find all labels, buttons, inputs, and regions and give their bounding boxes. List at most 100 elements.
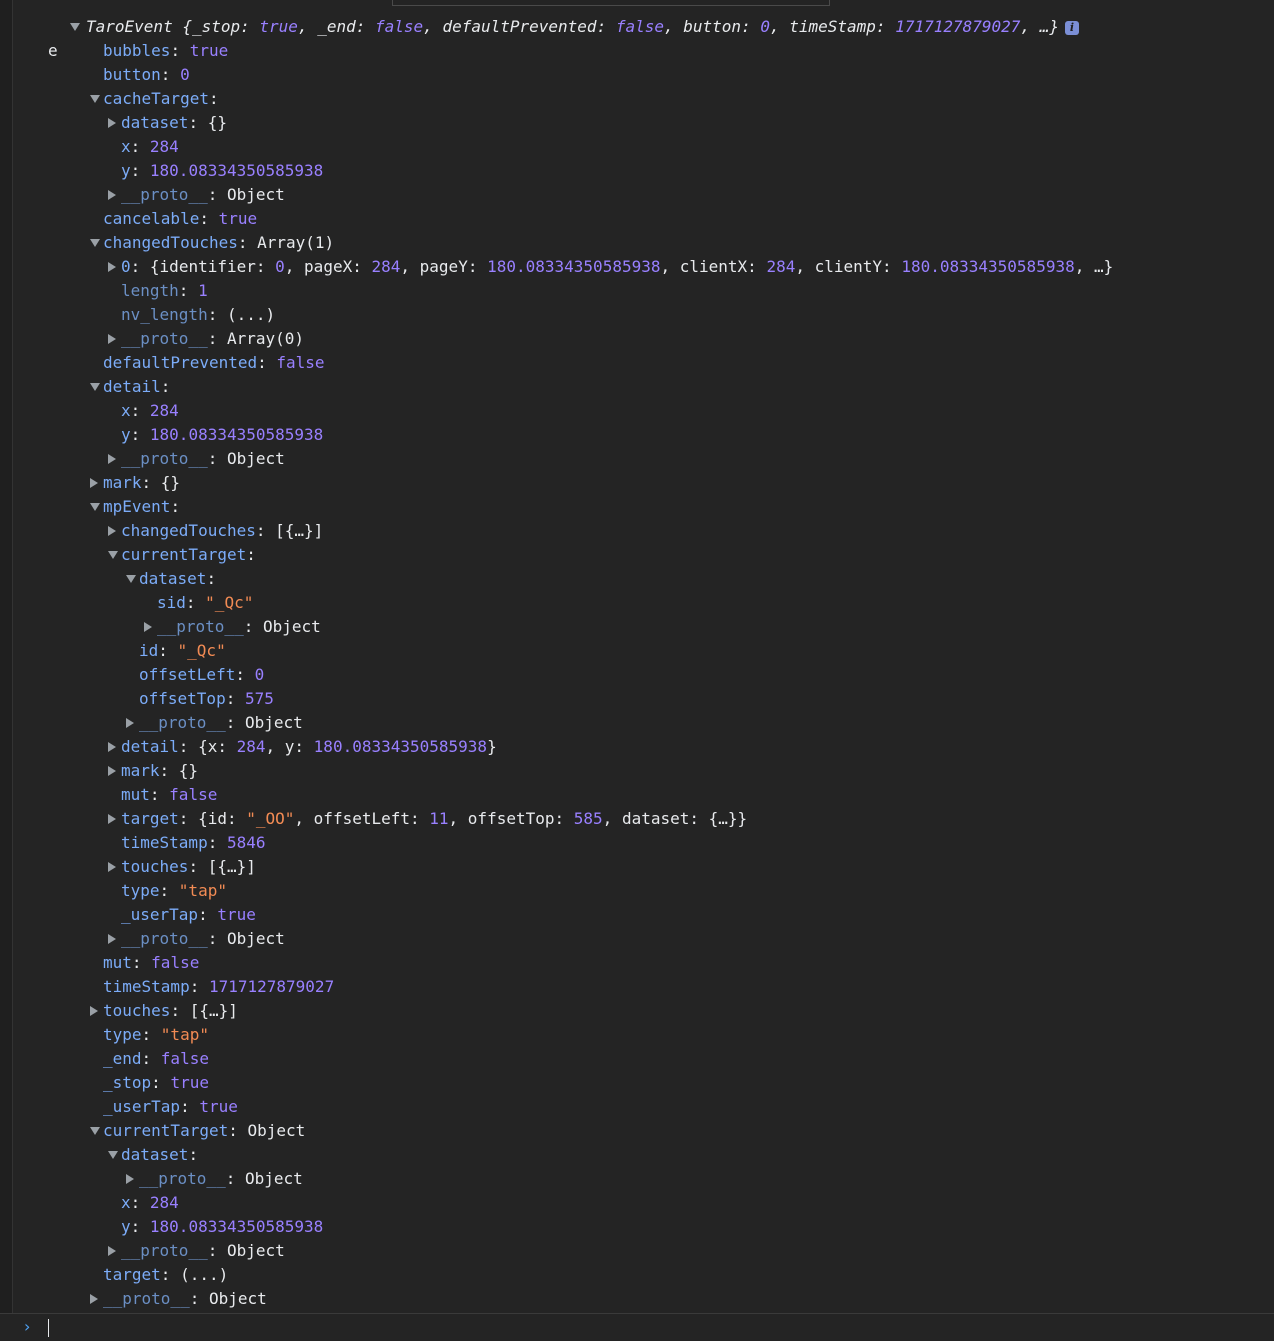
property-row-offsetLeft: offsetLeft: 0 (0, 663, 1274, 687)
property-row-detail[interactable]: detail: {x: 284, y: 180.08334350585938} (0, 735, 1274, 759)
property-key: __proto__ (121, 329, 208, 348)
console-output: e TaroEvent {_stop: true, _end: false, d… (0, 15, 1274, 1311)
expand-triangle-icon[interactable] (108, 454, 116, 464)
collapse-triangle-icon[interactable] (90, 95, 100, 103)
expand-triangle-icon[interactable] (108, 766, 116, 776)
property-row-0[interactable]: 0: {identifier: 0, pageX: 284, pageY: 18… (0, 255, 1274, 279)
property-row-touches[interactable]: touches: [{…}] (0, 999, 1274, 1023)
property-value: true (189, 41, 229, 60)
expand-triangle-icon[interactable] (108, 742, 116, 752)
property-row-mpEvent[interactable]: mpEvent: (0, 495, 1274, 519)
expand-triangle-icon[interactable] (144, 622, 152, 632)
property-value: "_Qc" (205, 593, 254, 612)
property-value: Object (226, 1241, 285, 1260)
property-row-dataset[interactable]: dataset: {} (0, 111, 1274, 135)
property-key: dataset (139, 569, 207, 588)
property-row-stop: _stop: true (0, 1071, 1274, 1095)
property-key: target (103, 1265, 161, 1284)
property-row-proto[interactable]: __proto__: Object (0, 711, 1274, 735)
property-value: 180.08334350585938 (149, 425, 324, 444)
console-prompt[interactable]: › (0, 1313, 1274, 1341)
property-key: mark (103, 473, 142, 492)
property-key: y (121, 161, 131, 180)
collapse-triangle-icon[interactable] (108, 1151, 118, 1159)
expand-triangle-icon[interactable] (108, 262, 116, 272)
property-content: __proto__: Array(0) (121, 327, 304, 351)
expand-triangle-icon[interactable] (108, 1246, 116, 1256)
property-key: button (103, 65, 161, 84)
expand-triangle-icon[interactable] (126, 718, 134, 728)
info-icon[interactable]: i (1064, 20, 1079, 35)
property-row-detail[interactable]: detail: (0, 375, 1274, 399)
property-row-proto[interactable]: __proto__: Object (0, 447, 1274, 471)
expand-triangle-icon[interactable] (90, 1294, 98, 1304)
property-value: "_Qc" (177, 641, 226, 660)
property-content: __proto__: Object (139, 711, 303, 735)
property-row-cancelable: cancelable: true (0, 207, 1274, 231)
property-content: __proto__: Object (103, 1287, 267, 1311)
property-row-end: _end: false (0, 1047, 1274, 1071)
property-row-mark[interactable]: mark: {} (0, 471, 1274, 495)
summary-ellipsis: …} (1039, 17, 1059, 36)
colon: : (151, 1073, 171, 1092)
property-row-currentTarget[interactable]: currentTarget: (0, 543, 1274, 567)
console-log-summary-row[interactable]: e TaroEvent {_stop: true, _end: false, d… (0, 15, 1274, 60)
value-segment: pageX: (304, 257, 372, 276)
property-key: mpEvent (103, 497, 171, 516)
property-row-dataset[interactable]: dataset: (0, 567, 1274, 591)
property-content: detail: (103, 375, 180, 399)
property-row-cacheTarget[interactable]: cacheTarget: (0, 87, 1274, 111)
collapse-triangle-icon[interactable] (90, 383, 100, 391)
colon: : (149, 785, 170, 804)
property-row-proto[interactable]: __proto__: Object (0, 615, 1274, 639)
collapse-triangle-icon[interactable] (126, 575, 136, 583)
property-row-x: x: 284 (0, 399, 1274, 423)
expand-triangle-icon[interactable] (90, 1006, 98, 1016)
expand-triangle-icon[interactable] (108, 118, 116, 128)
property-row-changedTouches[interactable]: changedTouches: Array(1) (0, 231, 1274, 255)
property-row-mark[interactable]: mark: {} (0, 759, 1274, 783)
value-segment: 284 (236, 737, 266, 756)
property-row-proto[interactable]: __proto__: Object (0, 1167, 1274, 1191)
expand-triangle-icon[interactable] (70, 23, 80, 31)
expand-triangle-icon[interactable] (90, 478, 98, 488)
collapse-triangle-icon[interactable] (90, 239, 100, 247)
open-brace: { (182, 17, 192, 36)
collapse-triangle-icon[interactable] (90, 503, 100, 511)
colon: : (130, 257, 150, 276)
object-summary[interactable]: TaroEvent {_stop: true, _end: false, def… (86, 15, 1079, 39)
property-row-touches[interactable]: touches: [{…}] (0, 855, 1274, 879)
colon: : (180, 1097, 200, 1116)
expand-triangle-icon[interactable] (108, 190, 116, 200)
colon: : (188, 857, 208, 876)
property-row-proto[interactable]: __proto__: Object (0, 1287, 1274, 1311)
property-row-proto[interactable]: __proto__: Object (0, 183, 1274, 207)
collapse-triangle-icon[interactable] (108, 551, 118, 559)
property-content: target: {id: "_OO", offsetLeft: 11, offs… (121, 807, 747, 831)
property-row-dataset[interactable]: dataset: (0, 1143, 1274, 1167)
property-row-currentTarget[interactable]: currentTarget: Object (0, 1119, 1274, 1143)
expand-triangle-icon[interactable] (108, 934, 116, 944)
colon: : (207, 449, 227, 468)
property-row-target[interactable]: target: {id: "_OO", offsetLeft: 11, offs… (0, 807, 1274, 831)
property-content: _userTap: true (103, 1095, 238, 1119)
expand-triangle-icon[interactable] (126, 1174, 134, 1184)
property-content: currentTarget: Object (103, 1119, 305, 1143)
property-content: x: 284 (121, 1191, 179, 1215)
expand-triangle-icon[interactable] (108, 526, 116, 536)
property-value: false (169, 785, 218, 804)
property-row-proto[interactable]: __proto__: Array(0) (0, 327, 1274, 351)
property-row-proto[interactable]: __proto__: Object (0, 1239, 1274, 1263)
expand-triangle-icon[interactable] (108, 334, 116, 344)
property-key: currentTarget (121, 545, 247, 564)
property-content: type: "tap" (121, 879, 227, 903)
expand-triangle-icon[interactable] (108, 814, 116, 824)
property-key: mark (121, 761, 160, 780)
property-row-proto[interactable]: __proto__: Object (0, 927, 1274, 951)
property-row-changedTouches[interactable]: changedTouches: [{…}] (0, 519, 1274, 543)
property-key: __proto__ (103, 1289, 190, 1308)
property-key: offsetTop (139, 689, 226, 708)
expand-triangle-icon[interactable] (108, 862, 116, 872)
colon: : (198, 905, 218, 924)
collapse-triangle-icon[interactable] (90, 1127, 100, 1135)
